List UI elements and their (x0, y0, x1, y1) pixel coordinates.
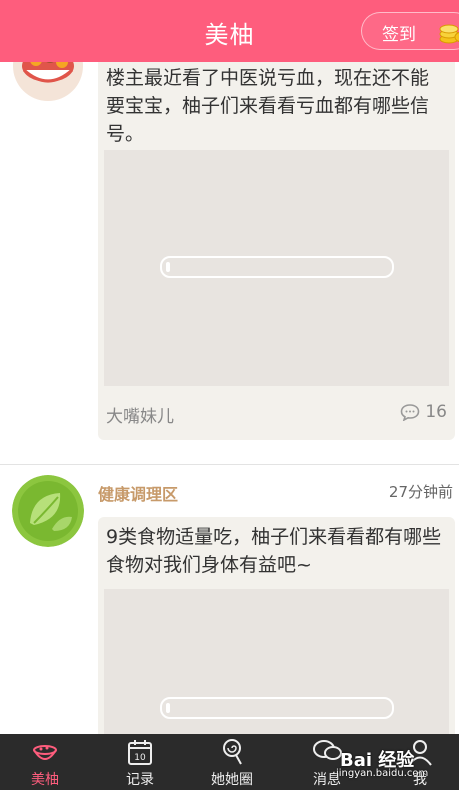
svg-text:10: 10 (134, 753, 146, 763)
loading-bar-fill (166, 262, 170, 272)
post-text: 楼主最近看了中医说亏血，现在还不能要宝宝，柚子们来看看亏血都有哪些信号。 (106, 67, 430, 145)
leaf-icon (12, 475, 84, 547)
tab-label: 美柚 (31, 772, 59, 788)
image-loading-bar (160, 256, 394, 278)
post-bubble[interactable]: 9类食物适量吃，柚子们来看看都有哪些食物对我们身体有益吧~ (98, 517, 455, 734)
post-feed[interactable]: 楼主最近看了中医说亏血，现在还不能要宝宝，柚子们来看看亏血都有哪些信号。 大嘴妹… (0, 62, 459, 734)
tab-label: 我 (413, 772, 427, 788)
tab-record[interactable]: 10 记录 (110, 738, 170, 789)
comment-count[interactable]: 16 (400, 402, 447, 422)
tab-messages[interactable]: 消息 (297, 738, 357, 789)
tab-circle[interactable]: 她她圈 (202, 738, 262, 789)
tab-label: 记录 (126, 772, 154, 788)
chat-bubbles-icon (313, 740, 342, 760)
post-text: 9类食物适量吃，柚子们来看看都有哪些食物对我们身体有益吧~ (106, 526, 442, 576)
loading-bar-fill (166, 703, 170, 713)
bowl-icon (33, 745, 57, 760)
comment-icon (401, 404, 420, 421)
image-loading-bar (160, 697, 394, 719)
author-name[interactable]: 大嘴妹儿 (106, 402, 174, 427)
person-icon (408, 740, 432, 766)
app-header: 美柚 签到 $ (0, 0, 459, 62)
tab-me[interactable]: 我 (390, 738, 450, 789)
post-bubble[interactable]: 楼主最近看了中医说亏血，现在还不能要宝宝，柚子们来看看亏血都有哪些信号。 大嘴妹… (98, 62, 455, 440)
checkin-label: 签到 (382, 25, 416, 45)
tab-meiyou[interactable]: 美柚 (15, 738, 75, 789)
coins-icon: $ (439, 24, 459, 44)
category-avatar[interactable] (12, 475, 84, 547)
post-card[interactable]: 楼主最近看了中医说亏血，现在还不能要宝宝，柚子们来看看亏血都有哪些信号。 大嘴妹… (0, 62, 459, 464)
comment-count-value: 16 (425, 402, 447, 422)
lollipop-icon (223, 739, 242, 765)
tab-label: 消息 (313, 772, 341, 788)
category-label[interactable]: 健康调理区 (98, 481, 178, 505)
post-image-placeholder[interactable] (104, 150, 449, 386)
post-image-placeholder[interactable] (104, 589, 449, 734)
user-avatar[interactable] (12, 62, 84, 102)
calendar-icon: 10 (128, 740, 152, 765)
post-time: 27分钟前 (388, 483, 453, 501)
post-card[interactable]: 健康调理区 27分钟前 9类食物适量吃，柚子们来看看都有哪些食物对我们身体有益吧… (0, 465, 459, 734)
checkin-button[interactable]: 签到 $ (361, 12, 459, 50)
bottom-tab-bar: 美柚 10 记录 她她圈 消息 我 (0, 734, 459, 790)
food-bowl-avatar-icon (13, 62, 83, 101)
tab-label: 她她圈 (211, 772, 253, 788)
